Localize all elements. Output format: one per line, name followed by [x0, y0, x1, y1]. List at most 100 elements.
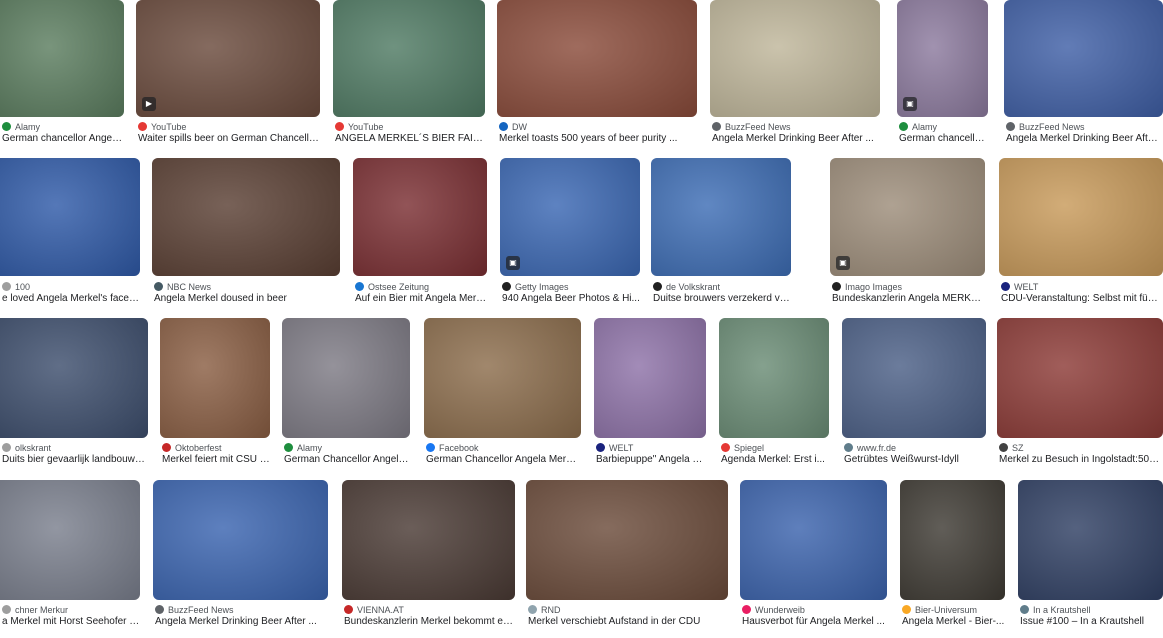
result-thumbnail[interactable]	[740, 480, 887, 600]
image-result-tile[interactable]: 100 e loved Angela Merkel's face af...	[0, 158, 140, 306]
result-title[interactable]: Duitse brouwers verzekerd van ...	[653, 292, 791, 306]
result-title[interactable]: e loved Angela Merkel's face af...	[2, 292, 140, 306]
result-title[interactable]: Merkel toasts 500 years of beer purity .…	[499, 132, 697, 146]
thumbnail-shading	[282, 318, 410, 438]
result-thumbnail[interactable]	[594, 318, 706, 438]
result-title[interactable]: Issue #100 – In a Krautshell	[1020, 615, 1163, 629]
result-title[interactable]: Getrübtes Weißwurst-Idyll	[844, 453, 986, 467]
image-result-tile[interactable]: WELTCDU-Veranstaltung: Selbst mit fünf B…	[999, 158, 1163, 306]
result-thumbnail[interactable]: ▶	[136, 0, 320, 117]
result-thumbnail[interactable]	[0, 158, 140, 276]
result-thumbnail[interactable]: ▣	[500, 158, 640, 276]
image-result-tile[interactable]: WELT Barbiepuppe" Angela M...	[594, 318, 706, 467]
image-result-tile[interactable]: www.fr.de Getrübtes Weißwurst-Idyll	[842, 318, 986, 467]
result-title[interactable]: Barbiepuppe" Angela M...	[596, 453, 706, 467]
result-title[interactable]: a Merkel mit Horst Seehofer im...	[2, 615, 140, 629]
image-result-tile[interactable]: NBC News Angela Merkel doused in beer	[152, 158, 340, 306]
result-thumbnail[interactable]	[1004, 0, 1163, 117]
result-title[interactable]: Auf ein Bier mit Angela Merk...	[355, 292, 487, 306]
image-result-tile[interactable]: BuzzFeed News Angela Merkel Drinking Beer…	[153, 480, 328, 629]
image-result-tile[interactable]: de Volkskrant Duitse brouwers verzekerd v…	[651, 158, 791, 306]
result-thumbnail[interactable]	[526, 480, 728, 600]
result-title[interactable]: Hausverbot für Angela Merkel ...	[742, 615, 887, 629]
image-result-tile[interactable]: Oktoberfest Merkel feiert mit CSU i...	[160, 318, 270, 467]
result-thumbnail[interactable]	[497, 0, 697, 117]
result-thumbnail[interactable]	[651, 158, 791, 276]
image-result-tile[interactable]: Alamy German Chancellor Angela ...	[282, 318, 410, 467]
image-result-tile[interactable]: AlamyGerman chancellor Angela Merk...	[0, 0, 124, 146]
thumbnail-shading	[424, 318, 581, 438]
image-result-tile[interactable]: YouTube ANGELA MERKEL´S BIER FAIL - ...	[333, 0, 485, 146]
result-thumbnail[interactable]	[710, 0, 880, 117]
result-source-name: Getty Images	[515, 282, 569, 292]
result-thumbnail[interactable]	[153, 480, 328, 600]
thumbnail-shading	[842, 318, 986, 438]
result-title[interactable]: Duits bier gevaarlijk landbouwgi...	[2, 453, 148, 467]
image-result-tile[interactable]: Bier-Universum Angela Merkel - Bier-...	[900, 480, 1005, 629]
result-title[interactable]: German Chancellor Angela Merkel...	[426, 453, 581, 467]
result-title[interactable]: 940 Angela Beer Photos & Hi...	[502, 292, 640, 306]
image-result-tile[interactable]: Ostsee Zeitung Auf ein Bier mit Angela Me…	[353, 158, 487, 306]
image-result-tile[interactable]: olkskrant Duits bier gevaarlijk landbouwg…	[0, 318, 148, 467]
site-favicon-icon	[155, 605, 164, 614]
result-thumbnail[interactable]	[997, 318, 1163, 438]
image-result-tile[interactable]: ▣ Alamy German chancellor ...	[897, 0, 988, 146]
result-thumbnail[interactable]	[353, 158, 487, 276]
result-title[interactable]: Merkel feiert mit CSU i...	[162, 453, 270, 467]
result-thumbnail[interactable]	[0, 0, 124, 117]
result-title[interactable]: German Chancellor Angela ...	[284, 453, 410, 467]
result-thumbnail[interactable]	[1018, 480, 1163, 600]
video-play-icon: ▶	[142, 97, 156, 111]
product-image-icon: ▣	[836, 256, 850, 270]
result-thumbnail[interactable]	[900, 480, 1005, 600]
result-thumbnail[interactable]	[152, 158, 340, 276]
site-favicon-icon	[2, 443, 11, 452]
result-title[interactable]: Bundeskanzlerin Merkel bekommt ein...	[344, 615, 515, 629]
result-title[interactable]: Angela Merkel doused in beer	[154, 292, 340, 306]
result-title[interactable]: CDU-Veranstaltung: Selbst mit fünf Bie..…	[1001, 292, 1163, 306]
image-result-tile[interactable]: Spiegel Agenda Merkel: Erst i...	[719, 318, 829, 467]
result-title[interactable]: German chancellor ...	[899, 132, 988, 146]
result-thumbnail[interactable]: ▣	[897, 0, 988, 117]
result-title[interactable]: Angela Merkel Drinking Beer After ...	[1006, 132, 1163, 146]
result-thumbnail[interactable]: ▣	[830, 158, 985, 276]
image-result-tile[interactable]: chner Merkur a Merkel mit Horst Seehofer …	[0, 480, 140, 629]
result-thumbnail[interactable]	[160, 318, 270, 438]
result-thumbnail[interactable]	[0, 318, 148, 438]
image-result-tile[interactable]: SZ Merkel zu Besuch in Ingolstadt:500 ...	[997, 318, 1163, 467]
image-result-tile[interactable]: BuzzFeed News Angela Merkel Drinking Beer…	[710, 0, 880, 146]
result-thumbnail[interactable]	[333, 0, 485, 117]
thumbnail-shading	[0, 0, 124, 117]
result-thumbnail[interactable]	[424, 318, 581, 438]
image-result-tile[interactable]: DW Merkel toasts 500 years of beer purity…	[497, 0, 697, 146]
image-result-tile[interactable]: ▣ Getty Images 940 Angela Beer Photos & Hi…	[500, 158, 640, 306]
result-title[interactable]: Bundeskanzlerin Angela MERKEL ...	[832, 292, 985, 306]
result-source-name: SZ	[1012, 443, 1024, 453]
image-result-tile[interactable]: Facebook German Chancellor Angela Merkel.…	[424, 318, 581, 467]
result-thumbnail[interactable]	[282, 318, 410, 438]
result-thumbnail[interactable]	[999, 158, 1163, 276]
product-image-icon: ▣	[903, 97, 917, 111]
result-title[interactable]: Angela Merkel Drinking Beer After ...	[155, 615, 328, 629]
result-thumbnail[interactable]	[719, 318, 829, 438]
image-result-tile[interactable]: VIENNA.AT Bundeskanzlerin Merkel bekommt …	[342, 480, 515, 629]
image-result-tile[interactable]: ▶ YouTube Waiter spills beer on German Cha…	[136, 0, 320, 146]
result-thumbnail[interactable]	[0, 480, 140, 600]
image-result-tile[interactable]: Wunderweib Hausverbot für Angela Merkel .…	[740, 480, 887, 629]
result-title[interactable]: Angela Merkel Drinking Beer After ...	[712, 132, 880, 146]
image-result-tile[interactable]: BuzzFeed News Angela Merkel Drinking Beer…	[1004, 0, 1163, 146]
result-title[interactable]: Merkel verschiebt Aufstand in der CDU	[528, 615, 728, 629]
image-result-tile[interactable]: In a Krautshell Issue #100 – In a Krautsh…	[1018, 480, 1163, 629]
image-result-tile[interactable]: ▣ Imago Images Bundeskanzlerin Angela MERK…	[830, 158, 985, 306]
result-source-name: BuzzFeed News	[168, 605, 234, 615]
result-title[interactable]: Merkel zu Besuch in Ingolstadt:500 ...	[999, 453, 1163, 467]
result-title[interactable]: Waiter spills beer on German Chancellor.…	[138, 132, 320, 146]
result-title[interactable]: ANGELA MERKEL´S BIER FAIL - ...	[335, 132, 485, 146]
thumbnail-shading	[710, 0, 880, 117]
result-thumbnail[interactable]	[342, 480, 515, 600]
result-thumbnail[interactable]	[842, 318, 986, 438]
image-result-tile[interactable]: RND Merkel verschiebt Aufstand in der CDU	[526, 480, 728, 629]
result-title[interactable]: Angela Merkel - Bier-...	[902, 615, 1005, 629]
result-title[interactable]: German chancellor Angela Merk...	[2, 132, 124, 146]
result-title[interactable]: Agenda Merkel: Erst i...	[721, 453, 829, 467]
